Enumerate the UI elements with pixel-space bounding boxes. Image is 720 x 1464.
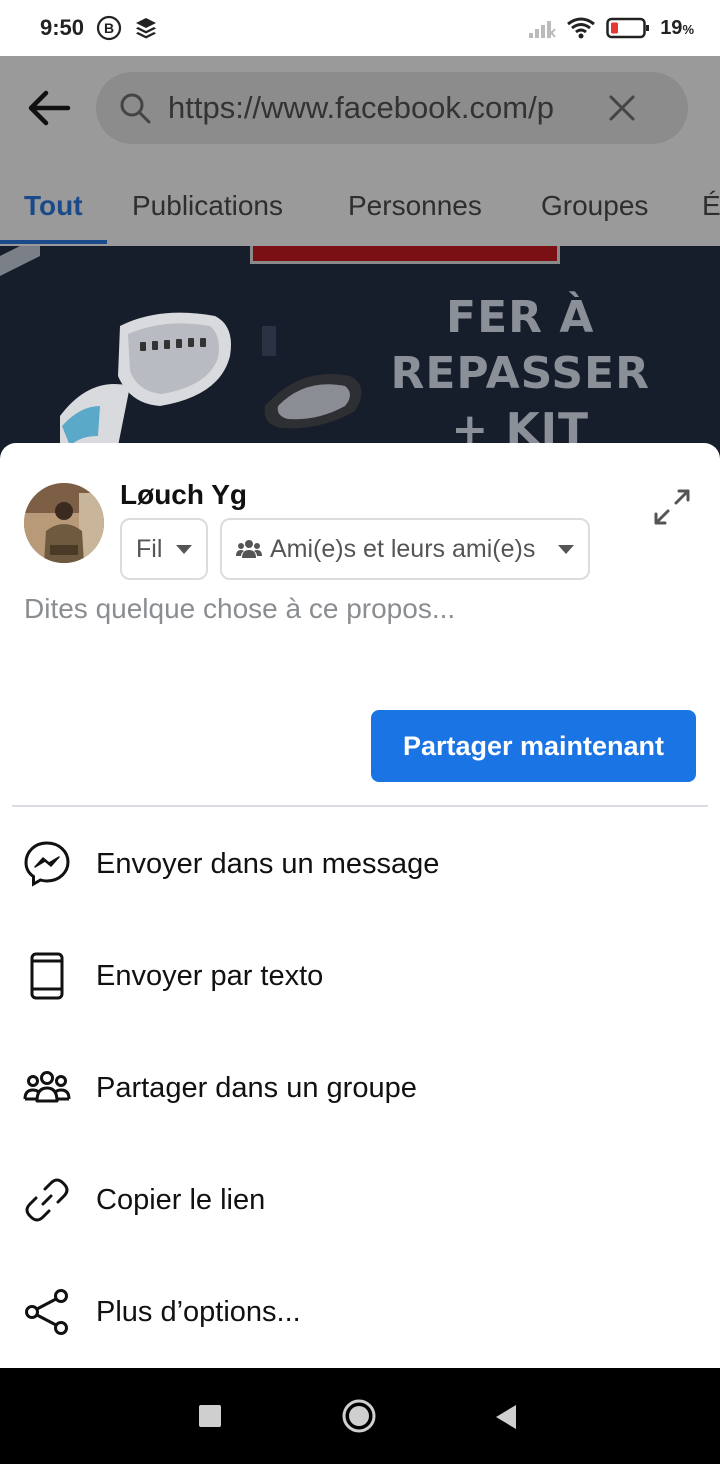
chevron-down-icon [558,544,574,554]
destination-label: Fil [136,534,163,563]
option-copy-link[interactable]: Copier le lien [0,1144,720,1256]
status-time: 9:50 [40,15,85,40]
close-icon[interactable] [608,94,636,122]
option-label: Envoyer par texto [96,959,324,992]
tab-personnes[interactable]: Personnes [348,190,482,222]
back-button[interactable] [494,1403,518,1431]
post-image: FER À REPASSER + KIT [0,246,720,456]
divider [12,805,708,807]
status-bar: 9:50 B 19% [0,0,720,56]
option-label: Plus d’options... [96,1295,301,1328]
browser-background: https://www.facebook.com/p Tout Publicat… [0,56,720,456]
wifi-icon [567,17,596,39]
messenger-icon [24,841,70,887]
share-icon [25,1289,68,1335]
active-tab-indicator [0,240,107,244]
share-sheet: Løuch Yg Fil Ami(e)s et leurs ami(e)s Di… [0,443,720,1368]
battery-low-icon [606,17,650,39]
user-name: Løuch Yg [120,479,248,510]
option-send-message[interactable]: Envoyer dans un message [0,808,720,920]
destination-dropdown[interactable]: Fil [120,518,208,580]
tab-groupes[interactable]: Groupes [541,190,648,222]
option-more[interactable]: Plus d’options... [0,1256,720,1368]
tab-publications[interactable]: Publications [132,190,283,222]
avatar [24,483,104,563]
share-now-button[interactable]: Partager maintenant [371,710,696,782]
search-icon [120,93,151,124]
url-text: https://www.facebook.com/p [168,90,554,125]
back-arrow-icon[interactable] [24,84,72,132]
signal-icon [529,21,556,38]
search-tabs: Tout Publications Personnes Groupes É [0,160,720,248]
option-label: Envoyer dans un message [96,847,440,880]
expand-icon[interactable] [652,487,692,527]
navigation-bar [0,1368,720,1464]
tab-evenements[interactable]: É [702,190,720,222]
svg-text:B: B [104,20,114,36]
compose-input[interactable]: Dites quelque chose à ce propos... [24,593,455,625]
phone-icon [30,952,64,1000]
option-label: Partager dans un groupe [96,1071,417,1104]
option-share-group[interactable]: Partager dans un groupe [0,1032,720,1144]
url-field[interactable]: https://www.facebook.com/p [96,72,688,144]
audience-label: Ami(e)s et leurs ami(e)s [270,534,536,563]
b-badge-icon: B [96,15,122,41]
friends-icon [236,540,262,558]
battery-percent: 19% [660,16,694,39]
recents-button[interactable] [198,1404,222,1428]
layers-icon [136,18,157,39]
steamer-image [0,246,362,456]
group-icon [23,1071,71,1103]
chevron-down-icon [176,544,193,554]
url-bar: https://www.facebook.com/p [0,56,720,160]
audience-dropdown[interactable]: Ami(e)s et leurs ami(e)s [220,518,590,580]
option-label: Copier le lien [96,1183,266,1216]
link-icon [25,1178,69,1222]
banner-text: FER À REPASSER + KIT [390,292,650,455]
option-send-text[interactable]: Envoyer par texto [0,920,720,1032]
tab-tout[interactable]: Tout [24,190,83,222]
home-button[interactable] [341,1398,377,1434]
